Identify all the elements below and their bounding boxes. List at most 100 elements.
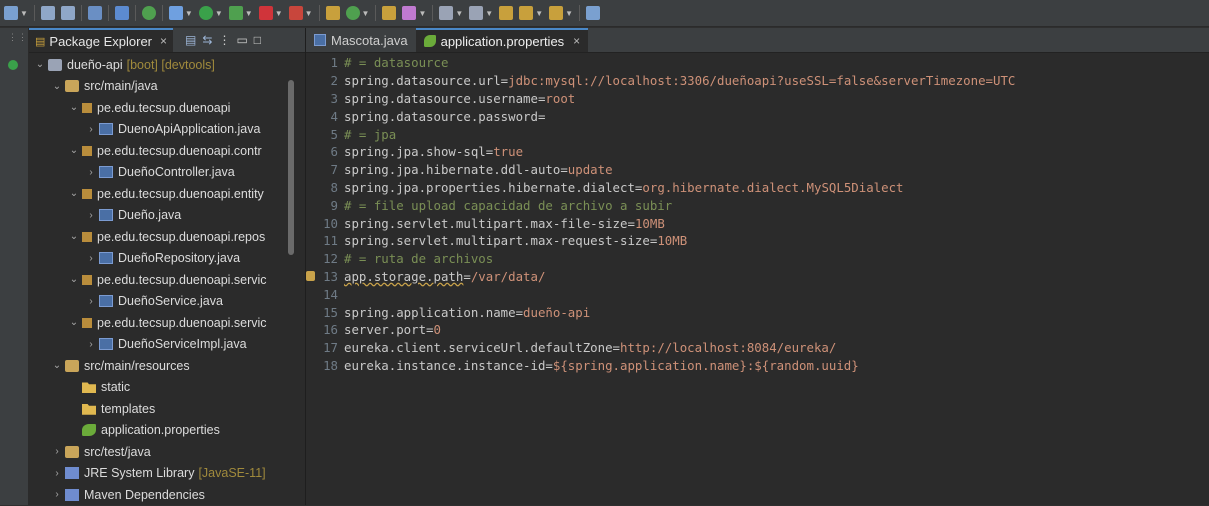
external-tools-icon[interactable] [288, 6, 303, 20]
code-line[interactable]: 2 spring.datasource.url= jdbc:mysql://loca… [306, 72, 1209, 90]
chevron-right-icon[interactable]: › [52, 468, 62, 479]
tree-item[interactable]: ⌄ pe.edu.tecsup.duenoapi [29, 97, 287, 119]
code-line[interactable]: 17 eureka.client.serviceUrl.defaultZone= h… [306, 339, 1209, 357]
dropdown-arrow-icon[interactable]: ▼ [418, 9, 426, 18]
tree-item[interactable]: › DueñoService.java [29, 291, 287, 313]
code-line[interactable]: 10 spring.servlet.multipart.max-file-size… [306, 214, 1209, 232]
code-line[interactable]: 11 spring.servlet.multipart.max-request-s… [306, 232, 1209, 250]
tree-item[interactable]: › Maven Dependencies [29, 484, 287, 506]
view-menu-icon[interactable]: ⋮ [218, 33, 230, 47]
link-with-editor-icon[interactable]: ⇆ [202, 33, 212, 47]
new-icon[interactable] [4, 6, 18, 20]
dropdown-arrow-icon[interactable]: ▼ [362, 9, 370, 18]
tree-item[interactable]: › DuenoApiApplication.java [29, 119, 287, 141]
tree-item[interactable]: ⌄ src/main/resources [29, 355, 287, 377]
tree-item[interactable]: ⌄ pe.edu.tecsup.duenoapi.entity [29, 183, 287, 205]
pencil-icon[interactable] [402, 6, 417, 20]
dropdown-arrow-icon[interactable]: ▼ [455, 9, 463, 18]
tree-item[interactable]: application.properties [29, 420, 287, 442]
code-line[interactable]: 14 [306, 285, 1209, 303]
close-icon[interactable]: × [573, 34, 580, 48]
code-line[interactable]: 12 # = ruta de archivos [306, 250, 1209, 268]
tree-item[interactable]: ⌄ dueño-api [boot] [devtools] [29, 54, 287, 76]
new-java-package-icon[interactable] [325, 6, 340, 20]
chevron-right-icon[interactable]: › [86, 167, 96, 178]
chevron-down-icon[interactable]: ⌄ [69, 188, 79, 199]
search-icon[interactable] [114, 6, 129, 20]
code-view[interactable]: 1 # = datasource 2 spring.datasource.url= jd… [306, 54, 1209, 374]
code-line[interactable]: 15 spring.application.name= dueño-api [306, 303, 1209, 321]
tab-mascota-java[interactable]: Mascota.java [306, 28, 416, 52]
run-icon[interactable] [198, 6, 213, 20]
tree-item[interactable]: ⌄ src/main/java [29, 76, 287, 98]
chevron-down-icon[interactable]: ⌄ [69, 317, 79, 328]
chevron-right-icon[interactable]: › [52, 489, 62, 500]
close-icon[interactable]: × [160, 34, 167, 48]
dropdown-arrow-icon[interactable]: ▼ [305, 9, 313, 18]
tree-item[interactable]: static [29, 377, 287, 399]
tab-package-explorer[interactable]: ▤ Package Explorer × [29, 28, 174, 52]
chevron-down-icon[interactable]: ⌄ [69, 102, 79, 113]
drag-grip-icon[interactable]: ⋮⋮ [8, 32, 28, 43]
boot-dashboard-icon[interactable] [8, 60, 18, 70]
chevron-down-icon[interactable]: ⌄ [69, 145, 79, 156]
open-type-icon[interactable] [382, 6, 397, 20]
chevron-down-icon[interactable]: ⌄ [52, 81, 62, 92]
dropdown-arrow-icon[interactable]: ▼ [275, 9, 283, 18]
tree-item[interactable]: › DueñoRepository.java [29, 248, 287, 270]
dropdown-arrow-icon[interactable]: ▼ [535, 9, 543, 18]
next-annotation-icon[interactable] [439, 6, 454, 20]
code-line[interactable]: 4 spring.datasource.password= [306, 107, 1209, 125]
tree-item[interactable]: ⌄ pe.edu.tecsup.duenoapi.contr [29, 140, 287, 162]
code-line[interactable]: 1 # = datasource [306, 54, 1209, 72]
tab-application-properties[interactable]: application.properties × [415, 28, 589, 52]
tree-item[interactable]: ⌄ pe.edu.tecsup.duenoapi.servic [29, 269, 287, 291]
code-line[interactable]: 6 spring.jpa.show-sql= true [306, 143, 1209, 161]
collapse-all-icon[interactable]: ▤ [185, 33, 196, 47]
code-line[interactable]: 13 app.storage.path =/var/data/ [306, 268, 1209, 286]
warning-marker-icon[interactable] [306, 270, 315, 281]
dropdown-arrow-icon[interactable]: ▼ [245, 9, 253, 18]
code-line[interactable]: 7 spring.jpa.hibernate.ddl-auto= update [306, 161, 1209, 179]
tree-scrollbar[interactable] [288, 80, 294, 255]
chevron-right-icon[interactable]: › [86, 253, 96, 264]
code-line[interactable]: 16 server.port= 0 [306, 321, 1209, 339]
minimize-icon[interactable]: ▭ [236, 33, 247, 47]
spring-boot-icon[interactable] [141, 6, 156, 20]
tree-item[interactable]: › src/test/java [29, 441, 287, 463]
code-line[interactable]: 5 # = jpa [306, 125, 1209, 143]
chevron-right-icon[interactable]: › [86, 339, 96, 350]
forward-icon[interactable] [549, 6, 564, 20]
chevron-down-icon[interactable]: ⌄ [69, 274, 79, 285]
prev-annotation-icon[interactable] [469, 6, 484, 20]
stop-icon[interactable] [258, 6, 273, 20]
coverage-icon[interactable] [228, 6, 243, 20]
dropdown-arrow-icon[interactable]: ▼ [185, 9, 193, 18]
back-icon[interactable] [519, 6, 534, 20]
dropdown-arrow-icon[interactable]: ▼ [565, 9, 573, 18]
new-java-class-icon[interactable] [345, 6, 360, 20]
code-line[interactable]: 18 eureka.instance.instance-id= ${spring.a… [306, 357, 1209, 375]
terminal-icon[interactable] [87, 6, 102, 20]
save-all-icon[interactable] [60, 6, 75, 20]
tree-item[interactable]: ⌄ pe.edu.tecsup.duenoapi.repos [29, 226, 287, 248]
maximize-icon[interactable]: □ [254, 33, 261, 47]
tree-item[interactable]: › DueñoServiceImpl.java [29, 334, 287, 356]
chevron-right-icon[interactable]: › [86, 296, 96, 307]
chevron-right-icon[interactable]: › [52, 446, 62, 457]
tree-item[interactable]: › Dueño.java [29, 205, 287, 227]
chevron-right-icon[interactable]: › [86, 210, 96, 221]
save-icon[interactable] [40, 6, 55, 20]
last-edit-icon[interactable] [499, 6, 514, 20]
code-line[interactable]: 8 spring.jpa.properties.hibernate.dialect… [306, 179, 1209, 197]
tree-item[interactable]: templates [29, 398, 287, 420]
chevron-down-icon[interactable]: ⌄ [35, 59, 45, 70]
tree-item[interactable]: › DueñoController.java [29, 162, 287, 184]
dropdown-arrow-icon[interactable]: ▼ [215, 9, 223, 18]
open-perspective-icon[interactable] [586, 6, 601, 20]
dropdown-arrow-icon[interactable]: ▼ [485, 9, 493, 18]
dropdown-arrow-icon[interactable]: ▼ [20, 9, 28, 18]
code-line[interactable]: 9 # = file upload capacidad de archivo a … [306, 196, 1209, 214]
chevron-down-icon[interactable]: ⌄ [52, 360, 62, 371]
chevron-down-icon[interactable]: ⌄ [69, 231, 79, 242]
